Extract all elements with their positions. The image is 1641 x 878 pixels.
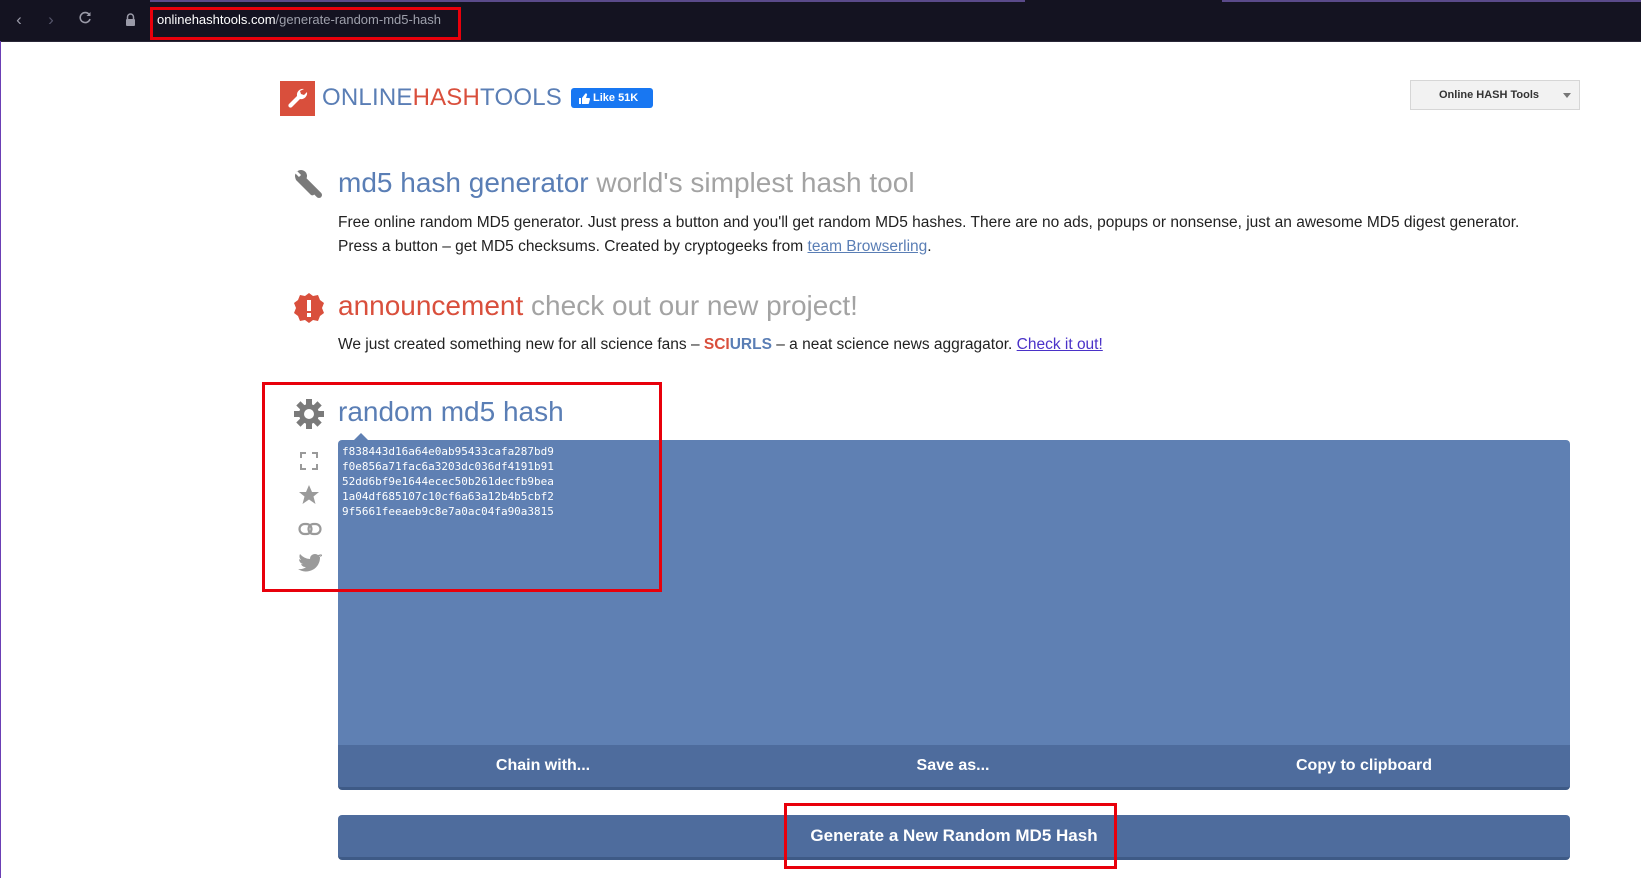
logo-part-tools: TOOLS [480,84,562,111]
save-as-button[interactable]: Save as... [748,745,1158,787]
wrench-icon [292,168,326,207]
intro-heading: md5 hash generator world's simplest hash… [338,167,915,199]
tool-heading: random md5 hash [338,396,564,428]
logo-wrench-icon[interactable] [280,81,315,116]
alert-badge-icon [293,292,325,329]
browser-toolbar: ‹ › onlinehashtools.com/generate-random-… [0,0,1641,42]
back-icon[interactable]: ‹ [9,10,29,30]
logo-part-hash: HASH [412,84,481,111]
announcement-text-middle: – a neat science news aggragator. [771,336,1017,353]
chain-with-button[interactable]: Chain with... [338,745,748,787]
star-icon[interactable] [298,484,320,511]
window-edge [0,41,1,878]
thumbs-up-icon [578,92,590,112]
dropdown-label: Online HASH Tools [1439,89,1540,101]
sciurls-urls[interactable]: URLS [730,336,772,353]
announcement-subtitle: check out our new project! [531,290,858,321]
tool-title: random md5 hash [338,396,564,427]
link-icon[interactable] [298,522,322,541]
tab-indicator-2 [1222,0,1641,2]
caret-down-icon [1563,93,1571,98]
reload-icon[interactable] [75,10,95,30]
intro-title: md5 hash generator [338,167,589,198]
url-path: /generate-random-md5-hash [275,12,442,27]
copy-to-clipboard-button[interactable]: Copy to clipboard [1158,745,1570,787]
lock-icon [125,13,136,27]
twitter-icon[interactable] [297,553,323,580]
announcement-text: We just created something new for all sc… [338,333,1103,357]
tools-dropdown[interactable]: Online HASH Tools [1410,80,1580,110]
announcement-title: announcement [338,290,524,321]
intro-line-1: Free online random MD5 generator. Just p… [338,214,1520,231]
address-bar[interactable]: onlinehashtools.com/generate-random-md5-… [157,12,441,27]
intro-line-2-suffix: . [927,238,932,255]
intro-line-2: Press a button – get MD5 checksums. Crea… [338,235,1519,259]
browserling-link[interactable]: team Browserling [808,238,928,255]
announcement-heading: announcement check out our new project! [338,290,858,322]
check-it-out-link[interactable]: Check it out! [1017,336,1103,353]
url-host: onlinehashtools.com [157,12,276,27]
announcement-text-prefix: We just created something new for all sc… [338,336,704,353]
intro-line-2-text: Press a button – get MD5 checksums. Crea… [338,238,808,255]
intro-description: Free online random MD5 generator. Just p… [338,211,1519,259]
site-logo[interactable]: ONLINEHASHTOOLS [322,84,562,112]
generate-hash-button[interactable]: Generate a New Random MD5 Hash [338,815,1570,860]
like-count: Like 51K [593,92,639,104]
intro-subtitle: world's simplest hash tool [596,167,915,198]
output-toolbar: Chain with... Save as... Copy to clipboa… [338,745,1570,790]
sciurls-sci[interactable]: SCI [704,336,730,353]
logo-part-online: ONLINE [322,84,413,111]
tab-indicator [150,0,1025,2]
forward-icon[interactable]: › [41,10,61,30]
gear-icon [293,398,325,435]
hash-output-text[interactable]: f838443d16a64e0ab95433cafa287bd9 f0e856a… [342,444,554,519]
fullscreen-icon[interactable] [300,452,318,475]
facebook-like-button[interactable]: Like 51K [571,88,653,108]
